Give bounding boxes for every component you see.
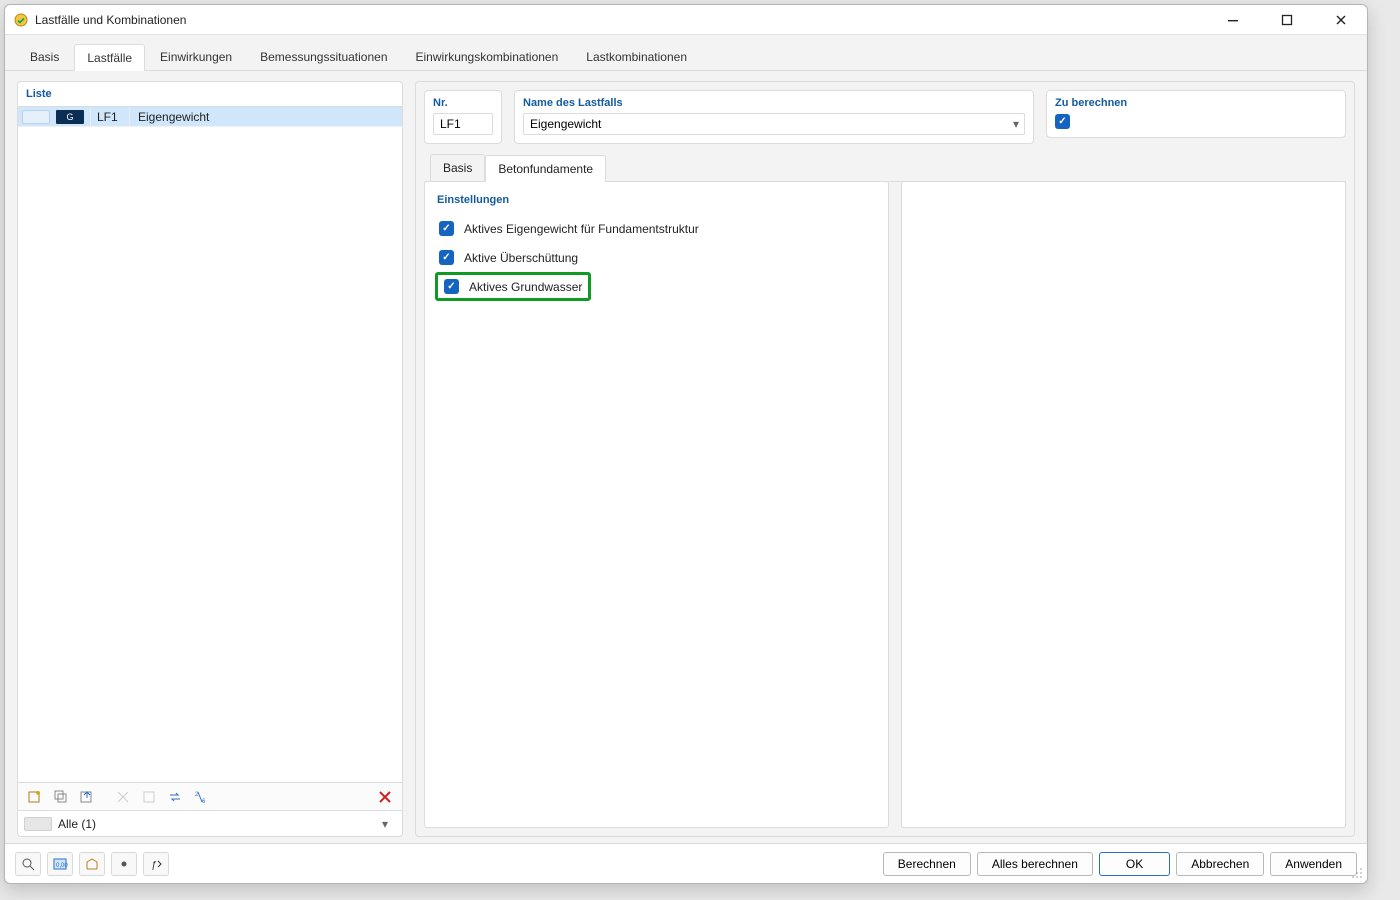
subtab-betonfundamente[interactable]: Betonfundamente bbox=[485, 155, 606, 182]
list-area[interactable]: G LF1 Eigengewicht bbox=[18, 106, 402, 782]
field-name: Name des Lastfalls ▾ bbox=[514, 90, 1034, 144]
chevron-down-icon[interactable]: ▾ bbox=[382, 817, 396, 831]
list-filter[interactable]: Alle (1) ▾ bbox=[18, 810, 402, 836]
window-title: Lastfälle und Kombinationen bbox=[35, 13, 186, 27]
tab-einwirkungskombinationen[interactable]: Einwirkungskombinationen bbox=[403, 43, 572, 70]
checkbox-icon[interactable] bbox=[444, 279, 459, 294]
setting-ueberschuettung[interactable]: Aktive Überschüttung bbox=[435, 243, 878, 272]
preview-card bbox=[901, 181, 1346, 828]
name-select[interactable] bbox=[523, 113, 1025, 135]
close-button[interactable] bbox=[1323, 8, 1359, 32]
structure-icon[interactable] bbox=[79, 852, 105, 876]
svg-text:6: 6 bbox=[202, 799, 206, 805]
content: Liste G LF1 Eigengewicht 26 bbox=[5, 71, 1367, 843]
swap-icon[interactable] bbox=[164, 787, 186, 807]
right-panel: Nr. Name des Lastfalls ▾ Zu berechnen Ba… bbox=[415, 81, 1355, 837]
setting-label: Aktives Grundwasser bbox=[469, 280, 582, 294]
sub-body: Einstellungen Aktives Eigengewicht für F… bbox=[424, 181, 1346, 828]
minimize-button[interactable] bbox=[1215, 8, 1251, 32]
list-toolbar: 26 bbox=[18, 782, 402, 810]
function-icon[interactable]: ƒ bbox=[143, 852, 169, 876]
nr-label: Nr. bbox=[433, 97, 493, 113]
tab-lastfaelle[interactable]: Lastfälle bbox=[74, 44, 145, 71]
svg-text:ƒ: ƒ bbox=[151, 860, 157, 871]
main-tabs: Basis Lastfälle Einwirkungen Bemessungss… bbox=[5, 35, 1367, 71]
tab-einwirkungen[interactable]: Einwirkungen bbox=[147, 43, 245, 70]
row-name: Eigengewicht bbox=[136, 110, 209, 124]
calc-checkbox[interactable] bbox=[1055, 114, 1070, 129]
titlebar[interactable]: Lastfälle und Kombinationen bbox=[5, 5, 1367, 35]
list-row-selected[interactable]: G LF1 Eigengewicht bbox=[18, 107, 402, 127]
checkbox-icon[interactable] bbox=[439, 250, 454, 265]
ok-button[interactable]: OK bbox=[1099, 852, 1170, 876]
dialog-window: Lastfälle und Kombinationen Basis Lastfä… bbox=[4, 4, 1368, 884]
calculate-all-button[interactable]: Alles berechnen bbox=[977, 852, 1093, 876]
setting-eigengewicht[interactable]: Aktives Eigengewicht für Fundamentstrukt… bbox=[435, 214, 878, 243]
nr-input[interactable] bbox=[433, 113, 493, 135]
copy-item-icon[interactable] bbox=[50, 787, 72, 807]
setting-label: Aktives Eigengewicht für Fundamentstrukt… bbox=[464, 222, 699, 236]
subtab-basis[interactable]: Basis bbox=[430, 154, 485, 181]
settings-title: Einstellungen bbox=[437, 194, 878, 206]
tab-lastkombinationen[interactable]: Lastkombinationen bbox=[573, 43, 700, 70]
tab-basis[interactable]: Basis bbox=[17, 43, 72, 70]
checkbox-icon[interactable] bbox=[439, 221, 454, 236]
svg-text:0,00: 0,00 bbox=[56, 863, 68, 869]
delete-icon[interactable] bbox=[374, 787, 396, 807]
paste-icon bbox=[138, 787, 160, 807]
search-icon[interactable] bbox=[15, 852, 41, 876]
cancel-button[interactable]: Abbrechen bbox=[1176, 852, 1264, 876]
name-label: Name des Lastfalls bbox=[523, 97, 1025, 113]
list-header: Liste bbox=[18, 82, 402, 106]
resize-grip-icon[interactable] bbox=[1351, 867, 1363, 879]
maximize-button[interactable] bbox=[1269, 8, 1305, 32]
settings-card: Einstellungen Aktives Eigengewicht für F… bbox=[424, 181, 889, 828]
filter-color-chip bbox=[24, 817, 52, 831]
setting-label: Aktive Überschüttung bbox=[464, 251, 578, 265]
renumber-icon[interactable]: 26 bbox=[190, 787, 212, 807]
cut-icon bbox=[112, 787, 134, 807]
units-icon[interactable]: 0,00 bbox=[47, 852, 73, 876]
filter-label: Alle (1) bbox=[58, 817, 96, 831]
dialog-footer: 0,00 ƒ Berechnen Alles berechnen OK Abbr… bbox=[5, 843, 1367, 883]
row-color-chip bbox=[22, 110, 50, 124]
left-panel: Liste G LF1 Eigengewicht 26 bbox=[17, 81, 403, 837]
row-code: LF1 bbox=[97, 110, 123, 124]
setting-grundwasser[interactable]: Aktives Grundwasser bbox=[435, 272, 591, 301]
import-icon[interactable] bbox=[76, 787, 98, 807]
window-controls bbox=[1215, 8, 1359, 32]
dot-icon[interactable] bbox=[111, 852, 137, 876]
apply-button[interactable]: Anwenden bbox=[1270, 852, 1357, 876]
field-nr: Nr. bbox=[424, 90, 502, 144]
right-top-fields: Nr. Name des Lastfalls ▾ Zu berechnen bbox=[424, 90, 1346, 144]
calculate-button[interactable]: Berechnen bbox=[883, 852, 971, 876]
tab-bemessungssituationen[interactable]: Bemessungssituationen bbox=[247, 43, 400, 70]
new-item-icon[interactable] bbox=[24, 787, 46, 807]
row-category-badge: G bbox=[56, 110, 84, 124]
field-calc: Zu berechnen bbox=[1046, 90, 1346, 138]
sub-tabs: Basis Betonfundamente bbox=[424, 154, 1346, 181]
app-icon bbox=[13, 12, 29, 28]
calc-label: Zu berechnen bbox=[1055, 97, 1337, 113]
